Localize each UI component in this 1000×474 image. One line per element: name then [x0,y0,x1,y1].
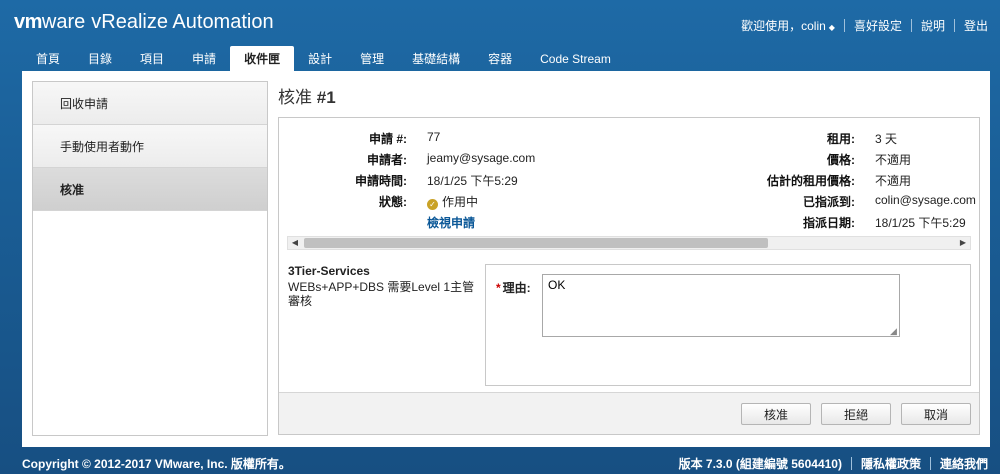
view-request-link[interactable]: 檢視申請 [427,214,475,231]
price-label: 價格: [827,153,855,167]
requester-label: 申請者: [367,153,407,167]
required-mark: * [496,281,501,295]
sidebar-item-manual-user-actions[interactable]: 手動使用者動作 [33,125,267,168]
help-link[interactable]: 說明 [921,17,945,34]
arrow-left-icon[interactable]: ◀ [288,237,302,249]
page-title-number: #1 [316,88,336,107]
footer: Copyright © 2012-2017 VMware, Inc. 版權所有。… [0,450,1000,474]
sidebar: 回收申請 手動使用者動作 核准 [32,81,268,436]
approval-card: 申請 #: 77 申請者: jeamy@sysage.com 申請時間: 18/… [278,117,980,435]
service-name: 3Tier-Services [288,264,370,278]
divider [850,457,852,470]
reason-label: * 理由: [496,279,531,296]
tab-catalog[interactable]: 目錄 [74,46,126,71]
page-title: 核准 #1 [278,83,336,108]
app-header: vmware vRealize Automation 歡迎使用，colin ◆ 喜好… [0,0,1000,46]
tab-code-stream[interactable]: Code Stream [526,46,625,71]
arrow-right-icon[interactable]: ▶ [956,237,970,249]
check-circle-icon: ✓ [427,199,438,210]
tab-infrastructure[interactable]: 基礎結構 [398,46,474,71]
status-label: 狀態: [379,195,407,209]
scrollbar-thumb[interactable] [304,238,768,248]
tab-containers[interactable]: 容器 [474,46,526,71]
divider [910,19,912,32]
assigned-date-label: 指派日期: [803,216,855,230]
tab-requests[interactable]: 申請 [178,46,230,71]
assigned-to-label: 已指派到: [803,195,855,209]
lease-value: 3 天 [875,132,898,146]
copyright: Copyright © 2012-2017 VMware, Inc. 版權所有。 [22,457,291,471]
price-value: 不適用 [875,153,912,167]
logo-ware: ware [41,11,86,33]
reason-section: * 理由: OK ◢ [485,264,971,386]
logo-vm: vm [14,11,42,33]
welcome-label: 歡迎使用，colin [741,19,826,33]
estimated-price-label: 估計的租用價格: [767,174,855,188]
divider [843,19,845,32]
tab-administration[interactable]: 管理 [346,46,398,71]
tab-home[interactable]: 首頁 [22,46,74,71]
service-description: WEBs+APP+DBS 需要Level 1主管審核 [288,280,475,308]
request-time-value: 18/1/25 下午5:29 [427,174,518,188]
lease-label: 租用: [827,132,855,146]
page-title-text: 核准 [278,88,312,107]
status-text: 作用中 [442,195,479,209]
approval-content: 核准 #1 申請 #: 77 申請者: jeamy@sysage.com 申請時… [278,79,984,439]
divider [953,19,955,32]
product-name: vRealize Automation [91,11,274,33]
version-info: 版本 7.3.0 (組建編號 5604410) [678,457,842,471]
cancel-button[interactable]: 取消 [901,403,971,425]
top-links: 歡迎使用，colin ◆ 喜好設定 說明 登出 [741,17,988,34]
footer-links: 版本 7.3.0 (組建編號 5604410) 隱私權政策 連絡我們 [679,455,988,472]
requester-value: jeamy@sysage.com [427,151,536,165]
welcome-menu[interactable]: 歡迎使用，colin ◆ [741,17,835,34]
request-number-value: 77 [427,130,441,144]
tab-inbox[interactable]: 收件匣 [230,46,295,71]
main-panel: 回收申請 手動使用者動作 核准 核准 #1 申請 #: 77 申請者: jeam… [22,71,990,447]
estimated-price-value: 不適用 [875,174,912,188]
privacy-policy-link[interactable]: 隱私權政策 [861,455,921,472]
reason-textarea[interactable]: OK [542,274,900,337]
contact-us-link[interactable]: 連絡我們 [940,455,988,472]
reject-button[interactable]: 拒絕 [821,403,891,425]
reason-label-text: 理由: [502,281,531,295]
tab-design[interactable]: 設計 [294,46,346,71]
assigned-date-value: 18/1/25 下午5:29 [875,216,966,230]
status-value: ✓ 作用中 [427,193,478,210]
chevron-down-icon: ◆ [828,23,835,32]
assigned-to-value: colin@sysage.com [875,193,976,207]
tab-items[interactable]: 項目 [126,46,178,71]
approve-button[interactable]: 核准 [741,403,811,425]
logout-link[interactable]: 登出 [964,17,988,34]
main-nav: 首頁 目錄 項目 申請 收件匣 設計 管理 基礎結構 容器 Code Strea… [22,46,625,71]
sidebar-item-approvals[interactable]: 核准 [33,168,267,211]
resize-grip-icon[interactable]: ◢ [890,327,899,336]
horizontal-scrollbar[interactable]: ◀ ▶ [287,236,971,250]
button-bar: 核准 拒絕 取消 [279,392,979,434]
preferences-link[interactable]: 喜好設定 [854,17,902,34]
vmware-logo: vmware vRealize Automation [14,11,274,34]
request-details: 申請 #: 77 申請者: jeamy@sysage.com 申請時間: 18/… [279,118,979,236]
request-number-label: 申請 #: [368,132,407,146]
divider [929,457,931,470]
request-time-label: 申請時間: [355,174,407,188]
sidebar-item-reclamation-requests[interactable]: 回收申請 [33,82,267,125]
